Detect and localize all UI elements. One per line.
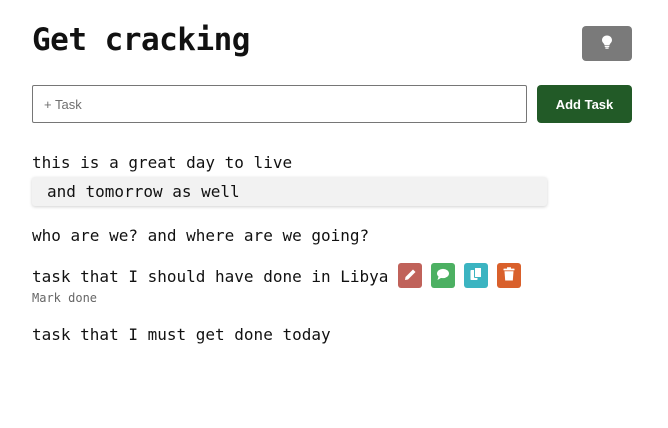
task-item-subtask[interactable]: and tomorrow as well — [32, 177, 547, 206]
edit-task-button[interactable] — [398, 263, 422, 288]
page-title: Get cracking — [32, 22, 250, 58]
task-item[interactable]: task that I must get done today — [32, 325, 331, 344]
lightbulb-icon — [601, 35, 613, 52]
task-actions — [398, 263, 521, 288]
task-item[interactable]: this is a great day to live — [32, 153, 292, 172]
pencil-icon — [404, 268, 417, 284]
task-item[interactable]: who are we? and where are we going? — [32, 226, 369, 245]
comment-icon — [436, 268, 450, 284]
new-task-input[interactable] — [32, 85, 527, 123]
delete-task-button[interactable] — [497, 263, 521, 288]
theme-toggle-button[interactable] — [582, 26, 632, 61]
mark-done-link[interactable]: Mark done — [32, 291, 97, 305]
copy-task-button[interactable] — [464, 263, 488, 288]
trash-icon — [503, 267, 515, 284]
copy-icon — [470, 267, 482, 284]
add-task-button[interactable]: Add Task — [537, 85, 632, 123]
comment-task-button[interactable] — [431, 263, 455, 288]
task-item[interactable]: task that I should have done in Libya — [32, 267, 388, 286]
